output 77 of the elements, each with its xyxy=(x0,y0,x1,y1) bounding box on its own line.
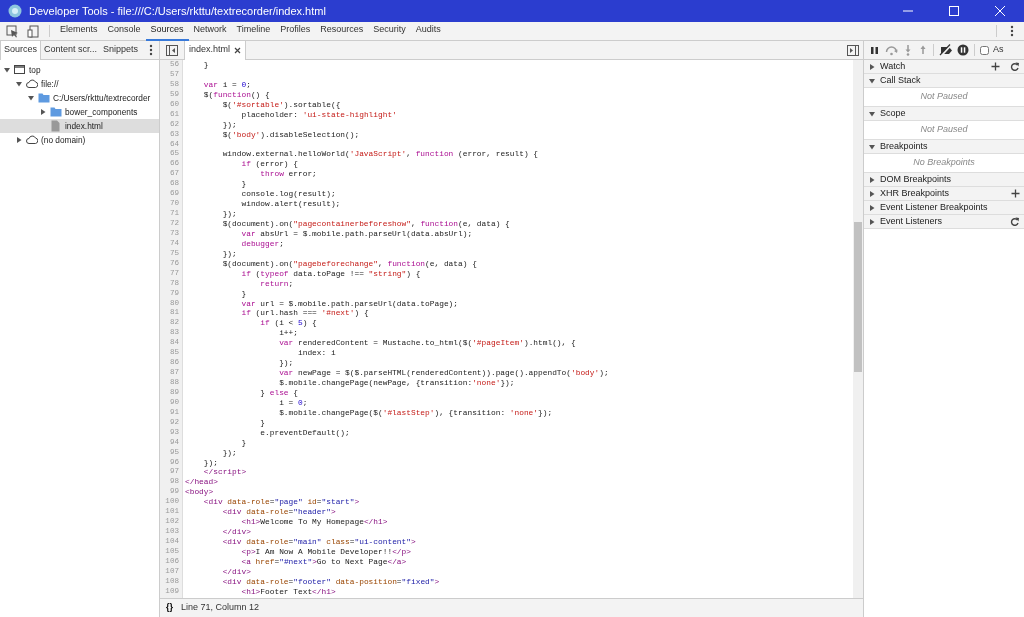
add-icon[interactable] xyxy=(991,62,1000,71)
tree-label: C:/Users/rkttu/textrecorder xyxy=(53,91,151,105)
section-title: Breakpoints xyxy=(880,139,929,153)
expand-arrow-icon[interactable] xyxy=(3,66,11,74)
maximize-icon[interactable] xyxy=(949,6,959,16)
section-title: Event Listeners xyxy=(880,214,944,228)
section-header[interactable]: Scope xyxy=(864,107,1024,121)
tree-item[interactable]: bower_components xyxy=(0,105,159,119)
window-title: Developer Tools - file:///C:/Users/rkttu/textrecorder/index.html xyxy=(29,3,327,19)
refresh-icon[interactable] xyxy=(1010,61,1020,72)
tree-item[interactable]: top xyxy=(0,63,159,77)
toggle-navigator-icon[interactable] xyxy=(166,44,178,56)
frame-icon xyxy=(14,64,26,76)
tree-label: bower_components xyxy=(65,105,138,119)
panel-tab[interactable]: Elements xyxy=(55,21,103,41)
section-title: Call Stack xyxy=(880,73,922,87)
panel-tab[interactable]: Console xyxy=(102,21,146,41)
scrollbar[interactable] xyxy=(853,60,863,598)
device-icon[interactable] xyxy=(27,24,40,38)
cursor-position: Line 71, Column 12 xyxy=(181,601,260,615)
panel-tab[interactable]: Profiles xyxy=(275,21,316,41)
section-header[interactable]: DOM Breakpoints xyxy=(864,173,1024,187)
section-title: DOM Breakpoints xyxy=(880,172,953,186)
step-out-icon[interactable] xyxy=(918,44,928,56)
navigator-tab[interactable]: Snippets xyxy=(100,40,142,60)
close-icon[interactable] xyxy=(234,46,242,54)
expand-arrow-icon[interactable] xyxy=(27,94,35,102)
more-menu-icon[interactable] xyxy=(149,44,154,56)
expand-arrow-icon[interactable] xyxy=(15,80,23,88)
section-header[interactable]: Breakpoints xyxy=(864,140,1024,154)
inspect-icon[interactable] xyxy=(6,24,19,38)
refresh-icon[interactable] xyxy=(1010,216,1020,227)
section-header[interactable]: XHR Breakpoints xyxy=(864,187,1024,201)
file-tab-label: index.html xyxy=(189,43,231,57)
expand-arrow-icon[interactable] xyxy=(868,109,876,118)
folder-icon xyxy=(38,92,50,104)
expand-arrow-icon[interactable] xyxy=(39,108,47,116)
panel-tab[interactable]: Resources xyxy=(315,21,369,41)
tree-item[interactable]: C:/Users/rkttu/textrecorder xyxy=(0,91,159,105)
section-title: XHR Breakpoints xyxy=(880,186,951,200)
pause-on-exceptions-icon[interactable] xyxy=(957,44,969,56)
navigator-tab[interactable]: Content scr... xyxy=(41,40,101,60)
section-title: Scope xyxy=(880,106,907,120)
tree-item[interactable]: index.html xyxy=(0,119,159,133)
section-header[interactable]: Event Listener Breakpoints xyxy=(864,201,1024,215)
tree-label: index.html xyxy=(65,119,103,133)
section-title: Watch xyxy=(880,59,907,73)
tree-item[interactable]: (no domain) xyxy=(0,133,159,147)
panel-tab[interactable]: Audits xyxy=(410,21,446,41)
expand-arrow-icon[interactable] xyxy=(868,142,876,151)
scrollbar-thumb[interactable] xyxy=(854,222,862,372)
checkbox[interactable] xyxy=(980,45,989,55)
expand-arrow-icon[interactable] xyxy=(15,136,23,144)
pause-icon[interactable] xyxy=(869,44,880,56)
add-icon[interactable] xyxy=(1011,189,1020,198)
step-over-icon[interactable] xyxy=(885,44,898,56)
more-menu-icon[interactable] xyxy=(1010,25,1014,37)
checkbox-label: As xyxy=(993,43,1004,57)
step-into-icon[interactable] xyxy=(903,44,913,56)
tree-label: file:// xyxy=(41,77,59,91)
section-header[interactable]: Watch xyxy=(864,60,1024,74)
toggle-debugger-icon[interactable] xyxy=(847,44,859,56)
app-logo-icon xyxy=(7,3,23,19)
panel-tab[interactable]: Security xyxy=(368,21,411,41)
tree-item[interactable]: file:// xyxy=(0,77,159,91)
tree-label: top xyxy=(29,63,41,77)
section-title: Event Listener Breakpoints xyxy=(880,200,989,214)
cloud-icon xyxy=(26,78,38,90)
tree-label: (no domain) xyxy=(41,133,86,147)
pretty-print-button[interactable]: {} xyxy=(166,601,173,615)
cloud-icon xyxy=(26,134,38,146)
deactivate-breakpoints-icon[interactable] xyxy=(939,44,952,56)
section-header[interactable]: Event Listeners xyxy=(864,215,1024,229)
section-header[interactable]: Call Stack xyxy=(864,74,1024,88)
panel-tab[interactable]: Network xyxy=(188,21,232,41)
file-icon xyxy=(50,120,62,132)
panel-tab[interactable]: Timeline xyxy=(231,21,276,41)
